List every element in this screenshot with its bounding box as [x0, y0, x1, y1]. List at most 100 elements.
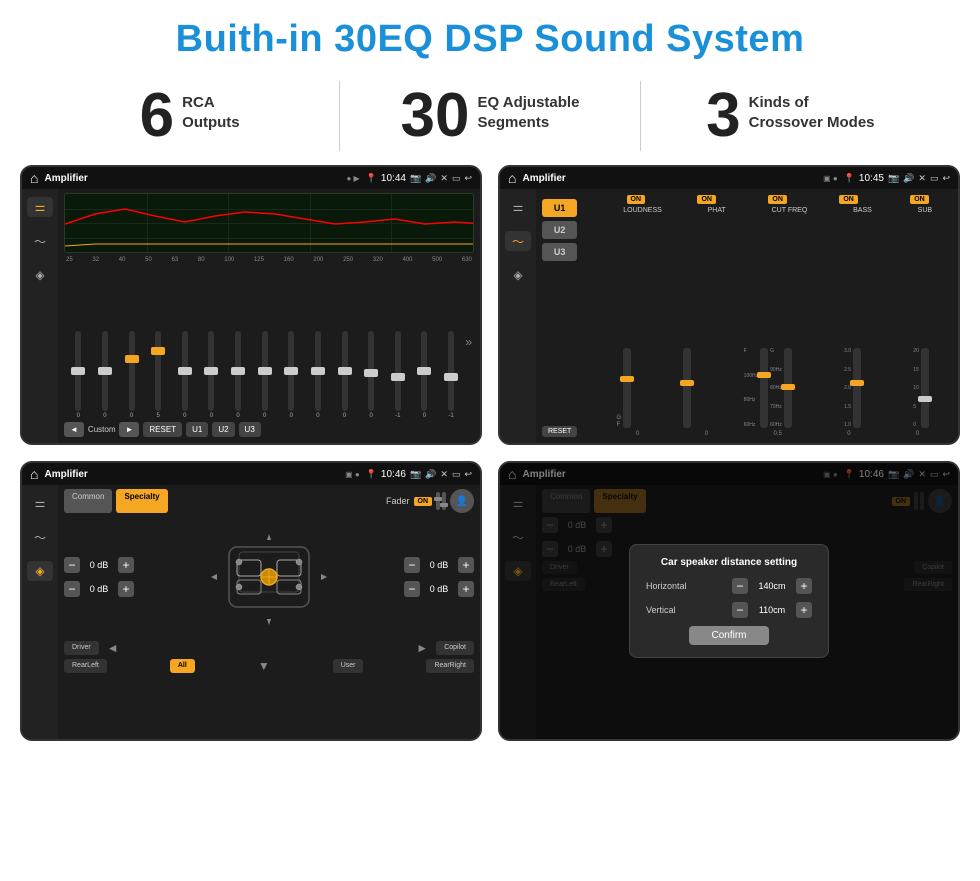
- eq-slider-track-4[interactable]: [155, 331, 161, 411]
- fader-minus-1[interactable]: −: [64, 557, 80, 573]
- eq-handle-15[interactable]: [444, 373, 458, 381]
- crossover-home-icon[interactable]: ⌂: [508, 170, 516, 186]
- crossover-on-sub[interactable]: ON: [910, 195, 929, 204]
- eq-handle-11[interactable]: [338, 367, 352, 375]
- eq-sidebar-eq-icon[interactable]: ⚌: [27, 197, 53, 217]
- crossover-handle-bass[interactable]: [850, 380, 864, 386]
- fader-btn-driver[interactable]: Driver: [64, 641, 99, 655]
- eq-slider-track-2[interactable]: [102, 331, 108, 411]
- eq-play-button[interactable]: ►: [119, 422, 139, 437]
- fader-plus-2[interactable]: +: [118, 581, 134, 597]
- crossover-slider-phat[interactable]: [683, 348, 691, 428]
- eq-home-icon[interactable]: ⌂: [30, 170, 38, 186]
- crossover-handle-cutfreq[interactable]: [757, 372, 771, 378]
- fader-btn-copilot[interactable]: Copilot: [436, 641, 474, 655]
- dialog-vertical-minus[interactable]: −: [732, 602, 748, 618]
- fader-sidebar-wave-icon[interactable]: 〜: [27, 527, 53, 547]
- eq-more-icon[interactable]: »: [465, 335, 472, 349]
- eq-slider-track-5[interactable]: [182, 331, 188, 411]
- crossover-on-bass[interactable]: ON: [839, 195, 858, 204]
- eq-handle-13[interactable]: [391, 373, 405, 381]
- eq-handle-9[interactable]: [284, 367, 298, 375]
- crossover-on-phat[interactable]: ON: [697, 195, 716, 204]
- eq-slider-track-7[interactable]: [235, 331, 241, 411]
- eq-sidebar-wave-icon[interactable]: 〜: [27, 231, 53, 251]
- eq-u3-button[interactable]: U3: [239, 422, 261, 437]
- eq-slider-track-10[interactable]: [315, 331, 321, 411]
- fader-mini-handle-1[interactable]: [434, 497, 442, 501]
- eq-slider-track-12[interactable]: [368, 331, 374, 411]
- fader-btn-rearleft[interactable]: RearLeft: [64, 659, 107, 673]
- eq-handle-7[interactable]: [231, 367, 245, 375]
- eq-handle-5[interactable]: [178, 367, 192, 375]
- fader-btn-rearright[interactable]: RearRight: [426, 659, 474, 673]
- crossover-u2-button[interactable]: U2: [542, 221, 577, 239]
- eq-u1-button[interactable]: U1: [186, 422, 208, 437]
- dialog-horizontal-plus[interactable]: +: [796, 578, 812, 594]
- fader-minus-2[interactable]: −: [64, 581, 80, 597]
- crossover-sidebar-wave-icon[interactable]: 〜: [505, 231, 531, 251]
- eq-back-icon[interactable]: ↩: [464, 173, 472, 184]
- eq-slider-track-8[interactable]: [262, 331, 268, 411]
- fader-tab-common[interactable]: Common: [64, 489, 112, 513]
- eq-handle-3[interactable]: [125, 355, 139, 363]
- fader-btn-all[interactable]: All: [170, 659, 195, 673]
- crossover-slider-cutfreq-2[interactable]: [784, 348, 792, 428]
- dialog-confirm-button[interactable]: Confirm: [689, 626, 769, 645]
- fader-minus-3[interactable]: −: [404, 557, 420, 573]
- eq-handle-12[interactable]: [364, 369, 378, 377]
- crossover-u3-button[interactable]: U3: [542, 243, 577, 261]
- fader-mini-slider-2[interactable]: [442, 492, 446, 510]
- eq-slider-track-11[interactable]: [342, 331, 348, 411]
- eq-slider-track-3[interactable]: [129, 331, 135, 411]
- eq-reset-button[interactable]: RESET: [143, 422, 182, 437]
- eq-handle-1[interactable]: [71, 367, 85, 375]
- fader-on-badge[interactable]: ON: [414, 497, 433, 506]
- fader-minus-4[interactable]: −: [404, 581, 420, 597]
- fader-down-arrow[interactable]: ▼: [258, 659, 270, 673]
- eq-slider-track-6[interactable]: [208, 331, 214, 411]
- fader-home-icon[interactable]: ⌂: [30, 466, 38, 482]
- crossover-u1-button[interactable]: U1: [542, 199, 577, 217]
- eq-handle-14[interactable]: [417, 367, 431, 375]
- fader-plus-3[interactable]: +: [458, 557, 474, 573]
- dialog-horizontal-minus[interactable]: −: [732, 578, 748, 594]
- eq-handle-10[interactable]: [311, 367, 325, 375]
- fader-sidebar-eq-icon[interactable]: ⚌: [27, 493, 53, 513]
- crossover-handle-cutfreq-2[interactable]: [781, 384, 795, 390]
- fader-right-arrow[interactable]: ►: [412, 641, 432, 655]
- eq-u2-button[interactable]: U2: [212, 422, 234, 437]
- eq-slider-track-1[interactable]: [75, 331, 81, 411]
- crossover-back-icon[interactable]: ↩: [942, 173, 950, 184]
- fader-sidebar-speaker-icon[interactable]: ◈: [27, 561, 53, 581]
- crossover-on-cutfreq[interactable]: ON: [768, 195, 787, 204]
- fader-mini-slider-1[interactable]: [436, 492, 440, 510]
- fader-tab-specialty[interactable]: Specialty: [116, 489, 167, 513]
- crossover-handle-phat[interactable]: [680, 380, 694, 386]
- fader-plus-4[interactable]: +: [458, 581, 474, 597]
- eq-slider-track-9[interactable]: [288, 331, 294, 411]
- eq-slider-track-14[interactable]: [421, 331, 427, 411]
- crossover-slider-loudness[interactable]: [623, 348, 631, 428]
- fader-left-arrow[interactable]: ◄: [103, 641, 123, 655]
- eq-handle-6[interactable]: [204, 367, 218, 375]
- crossover-slider-bass[interactable]: [853, 348, 861, 428]
- crossover-slider-cutfreq[interactable]: [760, 348, 768, 428]
- crossover-reset-button[interactable]: RESET: [542, 426, 577, 437]
- crossover-slider-sub[interactable]: [921, 348, 929, 428]
- eq-handle-2[interactable]: [98, 367, 112, 375]
- crossover-handle-sub[interactable]: [918, 396, 932, 402]
- eq-slider-track-13[interactable]: [395, 331, 401, 411]
- dialog-vertical-plus[interactable]: +: [796, 602, 812, 618]
- crossover-sidebar-eq-icon[interactable]: ⚌: [505, 197, 531, 217]
- eq-prev-button[interactable]: ◄: [64, 422, 84, 437]
- crossover-handle-loudness[interactable]: [620, 376, 634, 382]
- fader-back-icon[interactable]: ↩: [464, 469, 472, 480]
- crossover-sidebar-speaker-icon[interactable]: ◈: [505, 265, 531, 285]
- fader-user-icon[interactable]: 👤: [450, 489, 474, 513]
- fader-plus-1[interactable]: +: [118, 557, 134, 573]
- fader-btn-user[interactable]: User: [333, 659, 364, 673]
- crossover-on-loudness[interactable]: ON: [627, 195, 646, 204]
- eq-sidebar-speaker-icon[interactable]: ◈: [27, 265, 53, 285]
- fader-mini-handle-2[interactable]: [440, 503, 448, 507]
